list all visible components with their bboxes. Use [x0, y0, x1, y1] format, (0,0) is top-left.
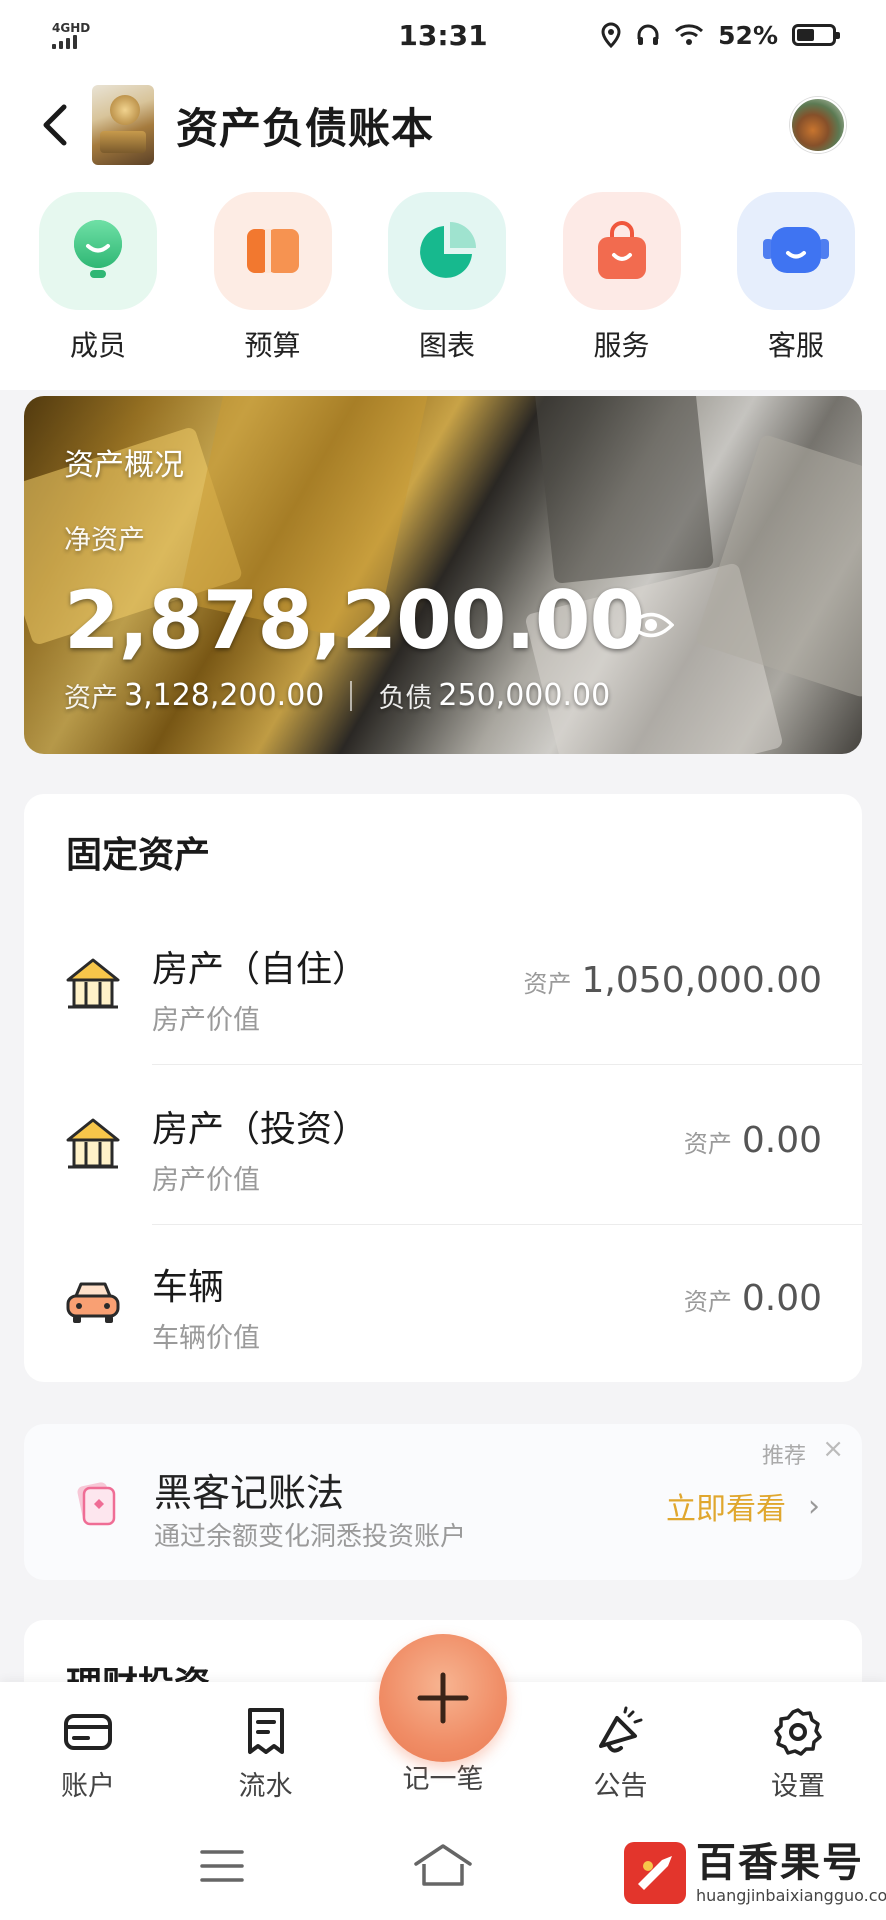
announcement-icon	[598, 1706, 642, 1753]
asset-subtitle: 房产价值	[152, 1165, 260, 1196]
battery-percent: 52%	[718, 20, 778, 50]
nav-transactions[interactable]: 流水	[206, 1682, 326, 1818]
nav-accounts[interactable]: 账户	[28, 1682, 148, 1818]
nav-label: 设置	[771, 1771, 825, 1802]
car-icon	[66, 1282, 120, 1323]
nav-label: 账户	[61, 1771, 115, 1802]
header: 资产负债账本	[0, 70, 886, 180]
asset-name: 房产（自住）	[152, 949, 369, 990]
card-icon	[64, 1714, 112, 1750]
location-icon	[601, 22, 621, 48]
headphones-icon	[637, 24, 659, 45]
assets-label: 资产	[64, 683, 118, 714]
recommend-tag: 推荐	[761, 1444, 806, 1469]
quick-menu-support[interactable]: 客服	[736, 192, 856, 390]
watermark: 百香果号 huangjinbaixiangguo.com	[624, 1840, 886, 1905]
home-icon[interactable]	[412, 1842, 474, 1888]
row-divider	[152, 1064, 862, 1065]
receipt-icon	[247, 1708, 284, 1754]
member-icon	[39, 192, 157, 310]
menu-icon[interactable]	[200, 1848, 244, 1884]
watermark-logo	[624, 1841, 686, 1904]
pie-chart-icon	[388, 192, 506, 310]
divider	[350, 680, 353, 711]
liabilities-label: 负债	[378, 683, 433, 714]
banner-summary: 资产 3,128,200.00 负债 250,000.00	[64, 676, 610, 715]
plus-icon	[417, 1672, 469, 1724]
net-assets-label: 净资产	[64, 525, 145, 556]
wifi-icon	[675, 24, 704, 45]
nav-settings[interactable]: 设置	[738, 1682, 858, 1818]
back-button[interactable]	[40, 95, 86, 155]
asset-row-car[interactable]: 车辆 车辆价值 资产 0.00	[24, 1224, 862, 1382]
asset-row-house-self[interactable]: 房产（自住） 房产价值 资产 1,050,000.00	[24, 906, 862, 1064]
asset-amount: 资产 0.00	[684, 1120, 822, 1161]
eye-icon[interactable]	[628, 610, 674, 640]
quick-menu-label: 图表	[418, 329, 475, 362]
amount-label: 资产	[683, 1130, 732, 1158]
amount-value: 1,050,000.00	[581, 960, 822, 1001]
house-icon	[66, 1118, 120, 1169]
view-now-label: 立即看看	[666, 1492, 786, 1527]
amount-label: 资产	[683, 1288, 732, 1316]
signal-icon	[52, 35, 90, 49]
quick-menu-member[interactable]: 成员	[38, 192, 158, 390]
add-record-button[interactable]	[379, 1634, 507, 1762]
quick-menu-label: 成员	[69, 329, 126, 362]
recommend-card[interactable]: 推荐 × 黑客记账法 通过余额变化洞悉投资账户 立即看看 ›	[24, 1424, 862, 1580]
budget-icon	[213, 192, 332, 310]
promo-title: 黑客记账法	[154, 1471, 345, 1515]
watermark-title: 百香果号	[696, 1840, 864, 1886]
amount-value: 0.00	[741, 1120, 822, 1161]
shopping-bag-icon	[562, 192, 681, 310]
page-title: 资产负债账本	[176, 103, 435, 153]
liabilities-value: 250,000.00	[438, 678, 611, 713]
quick-menu-label: 服务	[593, 329, 650, 362]
promo-subtitle: 通过余额变化洞悉投资账户	[154, 1522, 467, 1552]
asset-name: 房产（投资）	[152, 1109, 369, 1150]
robot-icon	[737, 192, 855, 310]
watermark-url: huangjinbaixiangguo.com	[696, 1886, 886, 1905]
nav-label: 流水	[238, 1771, 293, 1802]
ledger-cover-image[interactable]	[92, 85, 154, 165]
chevron-right-icon: ›	[808, 1488, 820, 1524]
quick-menu: 成员 预算 图表 服务 客服	[0, 180, 886, 390]
asset-subtitle: 房产价值	[152, 1005, 260, 1036]
quick-menu-label: 预算	[244, 329, 301, 362]
network-indicator: 4GHD	[52, 21, 90, 49]
fixed-assets-card: 固定资产 房产（自住） 房产价值 资产 1,050,000.00 房产（投资） …	[24, 794, 862, 1382]
status-bar: 4GHD 13:31 52%	[0, 0, 886, 70]
avatar[interactable]	[790, 97, 846, 153]
assets-value: 3,128,200.00	[124, 678, 325, 713]
banner-title: 资产概况	[64, 448, 184, 483]
nav-announcements[interactable]: 公告	[561, 1682, 681, 1818]
nav-label: 记一笔	[402, 1764, 484, 1795]
banner-decoration	[533, 396, 715, 584]
asset-row-house-invest[interactable]: 房产（投资） 房产价值 资产 0.00	[24, 1066, 862, 1224]
quick-menu-budget[interactable]: 预算	[213, 192, 333, 390]
view-now-button[interactable]: 立即看看 ›	[666, 1484, 820, 1528]
asset-amount: 资产 0.00	[684, 1278, 822, 1319]
section-title: 固定资产	[66, 835, 211, 876]
asset-overview-banner[interactable]: 资产概况 净资产 2,878,200.00 资产 3,128,200.00 负债…	[24, 396, 862, 754]
quick-menu-service[interactable]: 服务	[562, 192, 682, 390]
amount-value: 0.00	[741, 1278, 822, 1319]
wallet-icon	[77, 1482, 116, 1526]
net-assets-value: 2,878,200.00	[64, 574, 645, 667]
chevron-left-icon	[43, 104, 67, 146]
gear-icon	[774, 1708, 822, 1756]
network-type: 4GHD	[52, 21, 91, 35]
close-icon[interactable]: ×	[822, 1434, 844, 1464]
quick-menu-label: 客服	[767, 329, 824, 362]
battery-icon	[792, 24, 840, 46]
asset-name: 车辆	[152, 1267, 225, 1308]
house-icon	[66, 958, 120, 1009]
quick-menu-chart[interactable]: 图表	[387, 192, 507, 390]
asset-subtitle: 车辆价值	[152, 1323, 260, 1354]
amount-label: 资产	[523, 970, 572, 998]
nav-label: 公告	[593, 1771, 648, 1802]
asset-amount: 资产 1,050,000.00	[524, 960, 822, 1001]
